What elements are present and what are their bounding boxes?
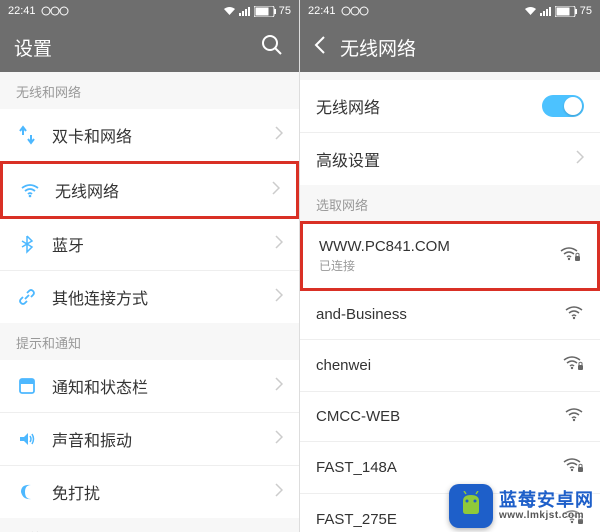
status-bar: 22:41 75 [0,0,299,22]
search-icon[interactable] [261,34,283,61]
network-item[interactable]: and-Business [300,290,600,340]
chevron-right-icon [272,181,280,200]
chevron-right-icon [275,430,283,449]
wifi-signal-icon [564,406,584,427]
item-advanced[interactable]: 高级设置 [300,133,600,185]
wifi-signal-lock-icon [559,245,581,268]
chevron-right-icon [275,235,283,254]
item-label: 通知和状态栏 [52,374,275,398]
wifi-signal-icon [564,304,584,325]
item-dual-sim[interactable]: 双卡和网络 [0,109,299,162]
network-item[interactable]: CMCC-WEB [300,392,600,442]
settings-screen: 22:41 75 设置 无线和网络 双 [0,0,300,532]
item-dnd[interactable]: 免打扰 [0,466,299,518]
chevron-right-icon [275,126,283,145]
signal-icon [239,6,251,16]
wifi-toggle[interactable] [542,95,584,117]
wifi-signal-lock-icon [562,456,584,479]
section-system: 系统 [0,518,299,532]
chevron-right-icon [576,150,584,169]
connected-sublabel: 已连接 [319,257,559,274]
header: 无线网络 [300,22,600,72]
chevron-right-icon [275,483,283,502]
dual-sim-icon [16,124,38,146]
section-wireless: 无线和网络 [0,72,299,109]
network-connected[interactable]: WWW.PC841.COM 已连接 [300,221,600,291]
battery-pct: 75 [580,5,592,17]
item-sound[interactable]: 声音和振动 [0,413,299,466]
item-notif-status[interactable]: 通知和状态栏 [0,360,299,413]
wifi-icon [19,179,41,201]
item-label: 双卡和网络 [52,123,275,147]
network-item[interactable]: chenwei [300,340,600,392]
signal-icon [540,6,552,16]
bluetooth-icon [16,233,38,255]
watermark-url: www.lmkjst.com [499,510,594,521]
status-time: 22:41 [8,5,36,17]
item-other-conn[interactable]: 其他连接方式 [0,271,299,323]
moon-icon [16,481,38,503]
wifi-toggle-row[interactable]: 无线网络 [300,80,600,133]
page-title: 设置 [14,34,52,61]
section-notif: 提示和通知 [0,323,299,360]
watermark: 蓝莓安卓网 www.lmkjst.com [449,484,594,528]
sound-icon [16,428,38,450]
item-bluetooth[interactable]: 蓝牙 [0,218,299,271]
wifi-icon [524,6,537,16]
ssid-label: WWW.PC841.COM [319,238,559,255]
status-bar: 22:41 75 [300,0,600,22]
battery-icon [254,6,276,17]
ssid-label: FAST_148A [316,459,562,476]
item-label: 声音和振动 [52,427,275,451]
status-icons-left [341,6,369,16]
back-button[interactable] [314,35,326,60]
battery-pct: 75 [279,5,291,17]
battery-icon [555,6,577,17]
item-label: 免打扰 [52,480,275,504]
wifi-icon [223,6,236,16]
ssid-label: CMCC-WEB [316,408,564,425]
section-select-network: 选取网络 [300,185,600,222]
ssid-label: and-Business [316,306,564,323]
link-icon [16,286,38,308]
watermark-logo-icon [449,484,493,528]
item-label: 无线网络 [316,94,542,118]
chevron-right-icon [275,377,283,396]
item-label: 高级设置 [316,147,576,171]
notif-icon [16,375,38,397]
status-time: 22:41 [308,5,336,17]
page-title: 无线网络 [340,34,416,61]
status-icons-left [41,6,69,16]
item-label: 蓝牙 [52,232,275,256]
header: 设置 [0,22,299,72]
watermark-cn: 蓝莓安卓网 [499,491,594,511]
item-label: 其他连接方式 [52,285,275,309]
item-wifi[interactable]: 无线网络 [0,161,299,219]
ssid-label: chenwei [316,357,562,374]
item-label: 无线网络 [55,178,272,202]
wifi-screen: 22:41 75 无线网络 无线网络 [300,0,600,532]
wifi-signal-lock-icon [562,354,584,377]
chevron-right-icon [275,288,283,307]
